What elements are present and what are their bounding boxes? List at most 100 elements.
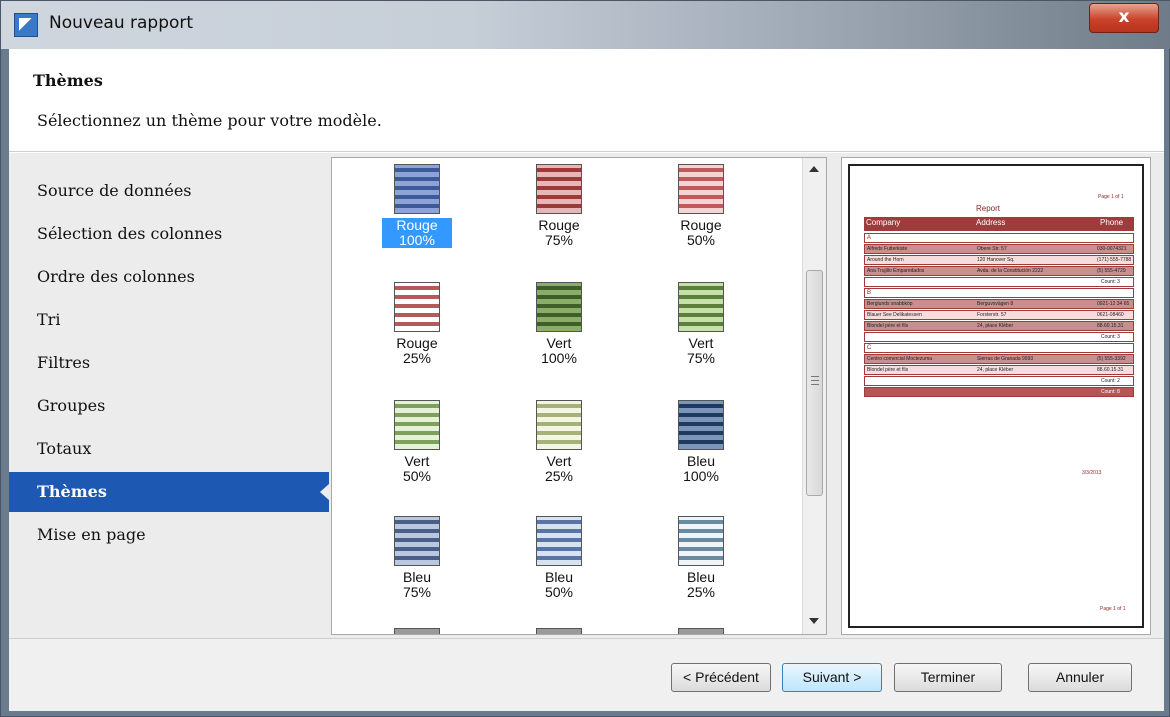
swatch-stripe: [679, 295, 723, 299]
step-title: Thèmes: [33, 71, 103, 90]
preview-cell: 88.60.15.31: [1097, 323, 1124, 329]
title-bar[interactable]: Nouveau rapport x: [1, 1, 1170, 49]
theme-preview: Page 1 of 1 Report Company Address Phone…: [841, 157, 1151, 635]
preview-cell: (5) 555-4729: [1097, 268, 1126, 274]
sidebar-item-ordre-colonnes[interactable]: Ordre des colonnes: [9, 257, 329, 297]
theme-label: Bleu 100%: [666, 454, 736, 484]
scroll-thumb[interactable]: [806, 270, 823, 496]
preview-cell: (171) 555-7788: [1097, 257, 1132, 263]
sidebar-item-selection-colonnes[interactable]: Sélection des colonnes: [9, 214, 329, 254]
swatch-stripe: [395, 413, 439, 417]
theme-option[interactable]: Vert 75%: [646, 278, 756, 394]
theme-name: Rouge: [538, 217, 580, 233]
preview-cell: Alfreds Futterkiste: [867, 246, 908, 252]
previous-button[interactable]: < Précédent: [671, 663, 771, 692]
theme-swatch-icon: [678, 400, 724, 450]
preview-date: 3/3/2013: [1082, 470, 1102, 476]
theme-label: Bleu 50%: [524, 570, 594, 600]
close-button[interactable]: x: [1089, 3, 1159, 33]
theme-option[interactable]: Bleu 50%: [504, 512, 614, 628]
swatch-stripe: [537, 440, 581, 444]
report-app-icon: [14, 13, 38, 37]
swatch-stripe: [395, 322, 439, 326]
swatch-stripe: [537, 556, 581, 560]
preview-cell: Berguvsvägen 8: [977, 301, 1014, 307]
sidebar-item-themes[interactable]: Thèmes: [9, 472, 329, 512]
theme-percentage: 25%: [544, 468, 574, 484]
swatch-stripe: [395, 529, 439, 533]
swatch-stripe: [679, 529, 723, 533]
theme-percentage: 100%: [399, 232, 435, 248]
swatch-stripe: [537, 177, 581, 181]
swatch-stripe: [679, 204, 723, 208]
swatch-stripe: [537, 422, 581, 426]
vertical-scrollbar[interactable]: [802, 158, 826, 634]
preview-page: Page 1 of 1 Report Company Address Phone…: [848, 164, 1144, 628]
theme-option[interactable]: Bleu 25%: [646, 512, 756, 628]
theme-label: Vert 25%: [524, 454, 594, 484]
theme-name: Rouge: [680, 217, 722, 233]
swatch-stripe: [537, 195, 581, 199]
theme-name: Rouge: [396, 335, 438, 351]
theme-option[interactable]: Bleu 75%: [362, 512, 472, 628]
next-button[interactable]: Suivant >: [782, 663, 882, 692]
swatch-stripe: [395, 547, 439, 551]
theme-option[interactable]: Vert 50%: [362, 396, 472, 512]
theme-option[interactable]: Vert 100%: [504, 278, 614, 394]
swatch-stripe: [395, 186, 439, 190]
preview-group-header: A: [864, 233, 1134, 243]
swatch-stripe: [537, 286, 581, 290]
preview-cell: 0621-08460: [1097, 312, 1124, 318]
preview-cell: Ana Trujillo Emparedados: [867, 268, 925, 274]
theme-percentage: 25%: [686, 584, 716, 600]
theme-percentage: 75%: [402, 584, 432, 600]
swatch-stripe: [395, 177, 439, 181]
swatch-stripe: [395, 286, 439, 290]
cancel-button[interactable]: Annuler: [1028, 663, 1132, 692]
preview-cell: Berglunds snabbköp: [867, 301, 913, 307]
swatch-stripe: [395, 304, 439, 308]
theme-option[interactable]: Rouge 50%: [646, 160, 756, 276]
preview-data-row: Blondel père et fils 24, place Kléber 88.6…: [864, 365, 1134, 375]
theme-swatch-icon: [678, 164, 724, 214]
preview-group-count: Count: 3: [864, 277, 1134, 287]
swatch-stripe: [537, 204, 581, 208]
preview-page-number-top: Page 1 of 1: [1098, 194, 1124, 200]
preview-cell: 24, place Kléber: [977, 323, 1014, 329]
preview-cell: Centro comercial Moctezuma: [867, 356, 933, 362]
theme-label: Vert 50%: [382, 454, 452, 484]
theme-percentage: 100%: [541, 350, 577, 366]
sidebar-item-tri[interactable]: Tri: [9, 300, 329, 340]
sidebar-item-groupes[interactable]: Groupes: [9, 386, 329, 426]
theme-option[interactable]: Rouge 75%: [504, 160, 614, 276]
swatch-stripe: [395, 556, 439, 560]
preview-cell: 0921-12 34 65: [1097, 301, 1130, 307]
theme-option[interactable]: Rouge 100%: [362, 160, 472, 276]
preview-data-row: Alfreds Futterkiste Obere Str. 57 030-0074…: [864, 244, 1134, 254]
swatch-stripe: [537, 520, 581, 524]
wizard-footer: < Précédent Suivant > Terminer Annuler: [9, 638, 1164, 711]
theme-swatch-icon: [394, 400, 440, 450]
sidebar-item-mise-en-page[interactable]: Mise en page: [9, 515, 329, 555]
preview-cell: Forsterstr. 57: [977, 312, 1007, 318]
preview-cell: 88.60.15.31: [1097, 367, 1124, 373]
theme-swatch-icon: [536, 400, 582, 450]
sidebar-item-filtres[interactable]: Filtres: [9, 343, 329, 383]
finish-button[interactable]: Terminer: [894, 663, 1002, 692]
sidebar-item-source-de-donnees[interactable]: Source de données: [9, 171, 329, 211]
preview-total-count: Count: 8: [1101, 389, 1120, 395]
swatch-stripe: [395, 431, 439, 435]
theme-option[interactable]: Vert 25%: [504, 396, 614, 512]
preview-column-header: Company Address Phone: [864, 217, 1134, 231]
sidebar-item-totaux[interactable]: Totaux: [9, 429, 329, 469]
preview-cell: Blauer See Delikatessen: [867, 312, 922, 318]
scroll-down-arrow-icon[interactable]: [809, 618, 819, 624]
swatch-stripe: [395, 204, 439, 208]
scroll-up-arrow-icon[interactable]: [809, 166, 819, 172]
preview-cell: 120 Hanover Sq.: [977, 257, 1015, 263]
swatch-stripe: [537, 322, 581, 326]
dialog-body: Thèmes Sélectionnez un thème pour votre …: [9, 49, 1164, 711]
theme-option[interactable]: Rouge 25%: [362, 278, 472, 394]
preview-count: Count: 2: [1101, 378, 1120, 384]
theme-option[interactable]: Bleu 100%: [646, 396, 756, 512]
